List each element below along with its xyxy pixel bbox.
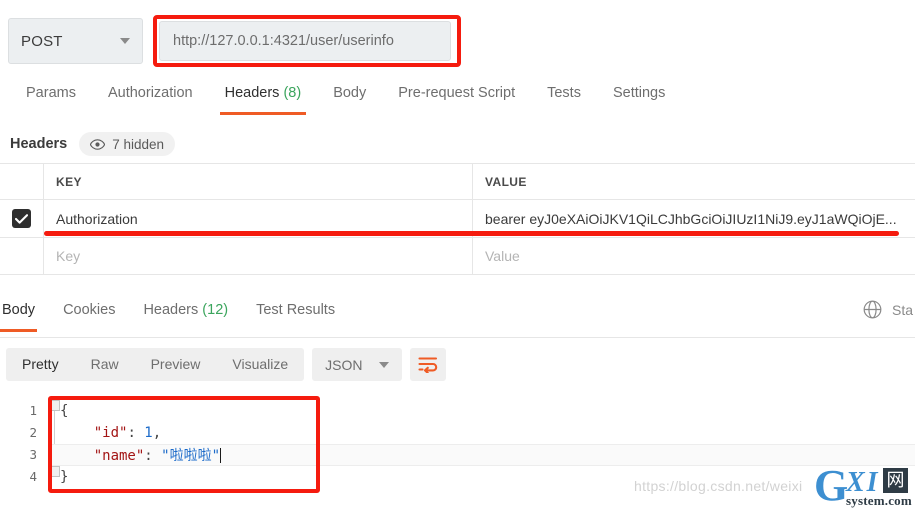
hidden-headers-pill[interactable]: 7 hidden [79, 132, 176, 156]
headers-table: KEY VALUE Authorization bearer eyJ0eXAiO… [0, 163, 915, 275]
line-number-gutter: 1 2 3 4 [0, 396, 48, 508]
word-wrap-button[interactable] [409, 348, 446, 381]
url-input-wrap: http://127.0.0.1:4321/user/userinfo [153, 15, 915, 67]
tab-headers[interactable]: Headers (8) [209, 82, 318, 115]
code-token: } [60, 469, 69, 485]
code-token: , [152, 425, 162, 441]
response-tab-test-results-label: Test Results [256, 302, 336, 318]
response-tab-cookies[interactable]: Cookies [49, 298, 129, 332]
row-checkbox[interactable] [12, 209, 31, 228]
hidden-headers-label: 7 hidden [112, 136, 165, 152]
response-status-text: Sta [891, 301, 913, 318]
row-key-text: Authorization [56, 210, 138, 227]
response-view-mode-group: Pretty Raw Preview Visualize [6, 348, 305, 381]
code-line[interactable]: "id": 1, [48, 422, 915, 444]
response-format-select[interactable]: JSON [312, 348, 402, 381]
logo-subtitle: system.com [846, 493, 912, 508]
tab-params[interactable]: Params [10, 82, 92, 115]
text-caret [220, 448, 222, 463]
table-row-new[interactable]: Key Value [0, 237, 915, 275]
new-row-checkbox-cell[interactable] [0, 238, 44, 274]
response-tab-headers-count: (12) [202, 302, 229, 318]
tab-body-label: Body [333, 85, 367, 101]
column-header-key: KEY [44, 164, 473, 199]
code-token: "id" [93, 425, 128, 441]
column-header-value-label: VALUE [485, 174, 527, 189]
code-token: "name" [93, 448, 145, 464]
watermark-logo: G XI 网 system.com [810, 461, 915, 508]
tab-tests-label: Tests [547, 85, 581, 101]
column-header-value: VALUE [473, 164, 915, 199]
postman-window: POST http://127.0.0.1:4321/user/userinfo… [0, 0, 915, 508]
request-tabs: Params Authorization Headers (8) Body Pr… [0, 82, 915, 122]
http-method-label: POST [21, 32, 63, 50]
response-format-label: JSON [325, 356, 363, 373]
response-tab-body[interactable]: Body [0, 298, 49, 332]
chevron-down-icon [378, 361, 389, 368]
annotation-header-underline [44, 231, 899, 236]
code-line[interactable]: "name": "啦啦啦" [48, 444, 915, 466]
response-tabs: Body Cookies Headers (12) Test Results S… [0, 298, 915, 338]
chevron-down-icon [120, 38, 130, 44]
line-number: 1 [29, 403, 37, 418]
response-tab-headers[interactable]: Headers (12) [129, 298, 242, 332]
tab-tests[interactable]: Tests [531, 82, 597, 115]
code-token: { [60, 403, 69, 419]
response-tab-headers-label: Headers [143, 302, 199, 318]
watermark-url: https://blog.csdn.net/weixi [634, 478, 803, 494]
tab-pre-request-script-label: Pre-request Script [398, 85, 516, 101]
line-number: 4 [29, 469, 37, 484]
tab-pre-request-script[interactable]: Pre-request Script [382, 82, 531, 115]
tab-settings-label: Settings [612, 85, 666, 101]
logo-cjk-badge: 网 [883, 468, 908, 493]
url-input[interactable]: http://127.0.0.1:4321/user/userinfo [159, 21, 451, 61]
new-row-key-placeholder: Key [56, 248, 81, 264]
row-value-text: bearer eyJ0eXAiOiJKV1QiLCJhbGciOiJIUzI1N… [485, 210, 897, 227]
view-mode-preview[interactable]: Preview [135, 348, 217, 381]
headers-title: Headers [10, 136, 68, 152]
code-token: "啦啦啦" [161, 448, 221, 464]
line-number: 3 [29, 447, 37, 462]
view-mode-raw[interactable]: Raw [75, 348, 135, 381]
tab-authorization-label: Authorization [107, 85, 193, 101]
tab-body[interactable]: Body [317, 82, 382, 115]
tab-params-label: Params [26, 85, 76, 101]
globe-icon[interactable] [863, 300, 882, 319]
request-url-bar: POST http://127.0.0.1:4321/user/userinfo [0, 15, 915, 67]
tab-settings[interactable]: Settings [597, 82, 681, 115]
headers-subheader: Headers 7 hidden [0, 128, 915, 160]
code-token: : [127, 425, 145, 441]
code-token: : [144, 448, 162, 464]
row-checkbox-cell[interactable] [0, 200, 44, 237]
response-view-toolbar: Pretty Raw Preview Visualize JSON [6, 348, 446, 381]
new-row-value-cell[interactable]: Value [473, 238, 915, 274]
response-tab-body-label: Body [2, 302, 36, 318]
new-row-key-cell[interactable]: Key [44, 238, 473, 274]
eye-icon [90, 138, 106, 150]
code-token: 1 [144, 425, 153, 441]
logo-letter-g: G [814, 461, 849, 508]
new-row-value-placeholder: Value [485, 248, 520, 264]
response-tab-test-results[interactable]: Test Results [242, 298, 349, 332]
column-header-key-label: KEY [56, 174, 82, 189]
check-icon [15, 213, 28, 224]
response-tab-cookies-label: Cookies [63, 302, 116, 318]
view-mode-visualize[interactable]: Visualize [216, 348, 304, 381]
view-mode-pretty[interactable]: Pretty [6, 348, 75, 381]
tab-headers-count: (8) [283, 85, 302, 101]
word-wrap-icon [417, 357, 437, 373]
headers-table-header-row: KEY VALUE [0, 163, 915, 199]
code-line[interactable]: { [48, 400, 915, 422]
http-method-select[interactable]: POST [8, 18, 143, 64]
line-number: 2 [29, 425, 37, 440]
tab-headers-label: Headers [224, 85, 280, 101]
header-row-check-col [0, 164, 44, 199]
response-status-area: Sta [863, 300, 915, 319]
tab-authorization[interactable]: Authorization [92, 82, 209, 115]
